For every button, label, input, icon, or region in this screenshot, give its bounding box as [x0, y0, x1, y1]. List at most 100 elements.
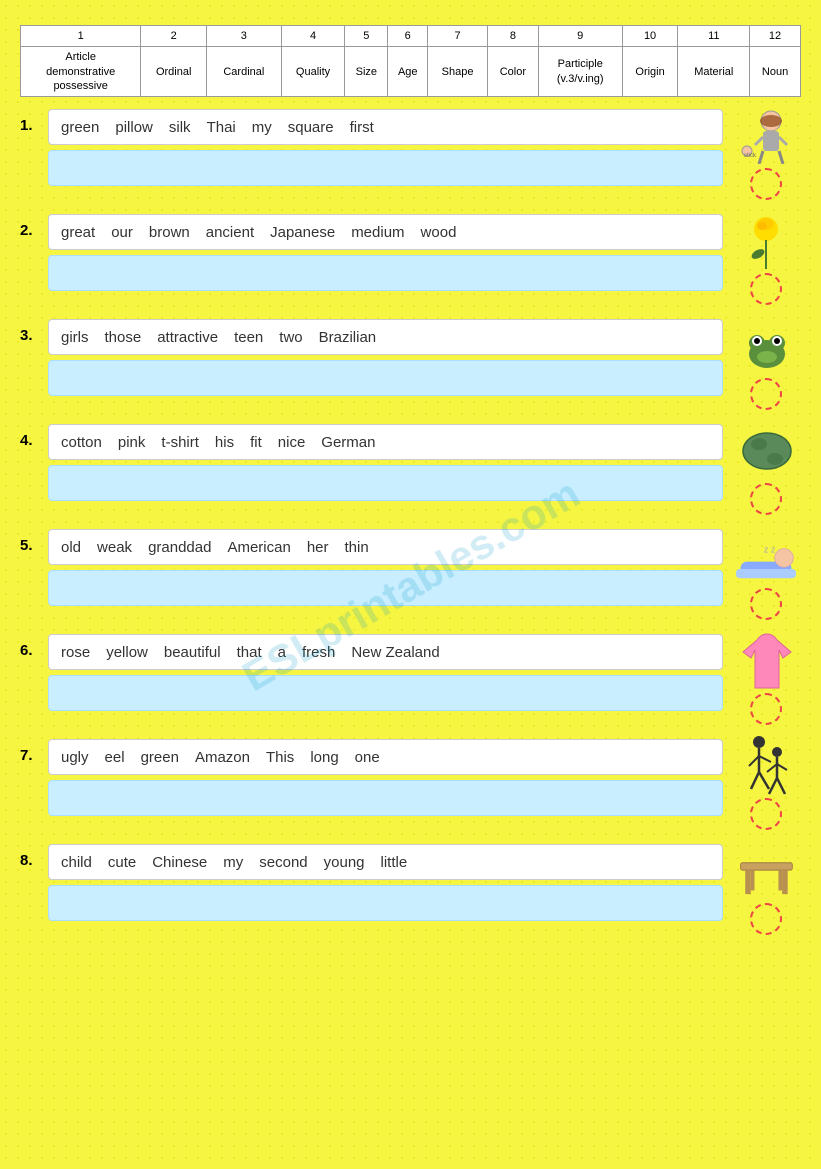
frog-icon — [736, 319, 796, 374]
answer-row-5[interactable] — [48, 570, 723, 606]
answer-row-8[interactable] — [48, 885, 723, 921]
word: silk — [169, 119, 191, 136]
word: his — [215, 434, 234, 451]
tshirt-icon — [736, 634, 796, 689]
words-row-3: girlsthoseattractiveteentwoBrazilian — [48, 319, 723, 355]
col-num-10: 10 — [622, 26, 678, 47]
score-circle-1 — [750, 168, 782, 200]
word: a — [278, 644, 286, 661]
answer-row-4[interactable] — [48, 465, 723, 501]
answer-row-3[interactable] — [48, 360, 723, 396]
word: This — [266, 749, 294, 766]
exercise-number-1: 1. — [20, 109, 40, 134]
sleeping-icon: z z — [736, 529, 796, 584]
col-label-3: Cardinal — [207, 47, 282, 97]
words-row-7: uglyeelgreenAmazonThislongone — [48, 739, 723, 775]
image-area-7 — [731, 739, 801, 830]
col-label-1: Article demonstrative possessive — [21, 47, 141, 97]
word: my — [223, 854, 243, 871]
exercise-number-8: 8. — [20, 844, 40, 869]
word: long — [310, 749, 338, 766]
col-num-4: 4 — [281, 26, 345, 47]
col-num-11: 11 — [678, 26, 750, 47]
exercise-number-2: 2. — [20, 214, 40, 239]
score-circle-5 — [750, 588, 782, 620]
svg-text:stick: stick — [744, 153, 757, 159]
word: little — [381, 854, 408, 871]
answer-row-2[interactable] — [48, 255, 723, 291]
score-circle-8 — [750, 903, 782, 935]
exercise-4: 4.cottonpinkt-shirthisfitniceGerman — [20, 424, 801, 515]
word: t-shirt — [161, 434, 199, 451]
word: second — [259, 854, 307, 871]
col-num-5: 5 — [345, 26, 388, 47]
col-label-11: Material — [678, 47, 750, 97]
image-area-5: z z — [731, 529, 801, 620]
image-area-4 — [731, 424, 801, 515]
word: wood — [421, 224, 457, 241]
image-area-1: stick — [731, 109, 801, 200]
col-label-10: Origin — [622, 47, 678, 97]
image-area-6 — [731, 634, 801, 725]
word: girls — [61, 329, 89, 346]
exercise-6: 6.roseyellowbeautifulthatafreshNew Zeala… — [20, 634, 801, 725]
score-circle-4 — [750, 483, 782, 515]
word: her — [307, 539, 329, 556]
word: ugly — [61, 749, 89, 766]
col-num-8: 8 — [487, 26, 538, 47]
exercise-3: 3.girlsthoseattractiveteentwoBrazilian — [20, 319, 801, 410]
exercise-2: 2.greatourbrownancientJapanesemediumwood — [20, 214, 801, 305]
image-area-2 — [731, 214, 801, 305]
exercise-5: 5.oldweakgranddadAmericanherthin z z — [20, 529, 801, 620]
word: pink — [118, 434, 146, 451]
word: great — [61, 224, 95, 241]
score-circle-2 — [750, 273, 782, 305]
word: Japanese — [270, 224, 335, 241]
word: yellow — [106, 644, 148, 661]
words-row-1: greenpillowsilkThaimysquarefirst — [48, 109, 723, 145]
word: granddad — [148, 539, 211, 556]
word: two — [279, 329, 302, 346]
col-num-6: 6 — [388, 26, 428, 47]
word: medium — [351, 224, 404, 241]
word: pillow — [115, 119, 153, 136]
pillow-icon — [736, 424, 796, 479]
dancers-icon — [736, 739, 796, 794]
exercise-7: 7.uglyeelgreenAmazonThislongone — [20, 739, 801, 830]
answer-row-6[interactable] — [48, 675, 723, 711]
col-label-7: Shape — [428, 47, 488, 97]
word: child — [61, 854, 92, 871]
word: fresh — [302, 644, 335, 661]
col-label-8: Color — [487, 47, 538, 97]
col-num-12: 12 — [750, 26, 801, 47]
word: Amazon — [195, 749, 250, 766]
old-man-icon: stick — [736, 109, 796, 164]
col-num-2: 2 — [141, 26, 207, 47]
word: brown — [149, 224, 190, 241]
word: cute — [108, 854, 136, 871]
word: first — [350, 119, 374, 136]
table-icon — [736, 844, 796, 899]
word: that — [237, 644, 262, 661]
word: beautiful — [164, 644, 221, 661]
answer-row-7[interactable] — [48, 780, 723, 816]
col-label-4: Quality — [281, 47, 345, 97]
word: eel — [105, 749, 125, 766]
word: teen — [234, 329, 263, 346]
word: German — [321, 434, 375, 451]
words-row-4: cottonpinkt-shirthisfitniceGerman — [48, 424, 723, 460]
word: Chinese — [152, 854, 207, 871]
words-row-8: childcuteChinesemysecondyounglittle — [48, 844, 723, 880]
svg-text:z z: z z — [764, 544, 776, 554]
word: nice — [278, 434, 306, 451]
answer-row-1[interactable] — [48, 150, 723, 186]
col-num-1: 1 — [21, 26, 141, 47]
exercise-8: 8.childcuteChinesemysecondyounglittle — [20, 844, 801, 935]
image-area-8 — [731, 844, 801, 935]
word: New Zealand — [351, 644, 439, 661]
col-label-6: Age — [388, 47, 428, 97]
exercise-number-6: 6. — [20, 634, 40, 659]
word: attractive — [157, 329, 218, 346]
words-row-5: oldweakgranddadAmericanherthin — [48, 529, 723, 565]
score-circle-3 — [750, 378, 782, 410]
